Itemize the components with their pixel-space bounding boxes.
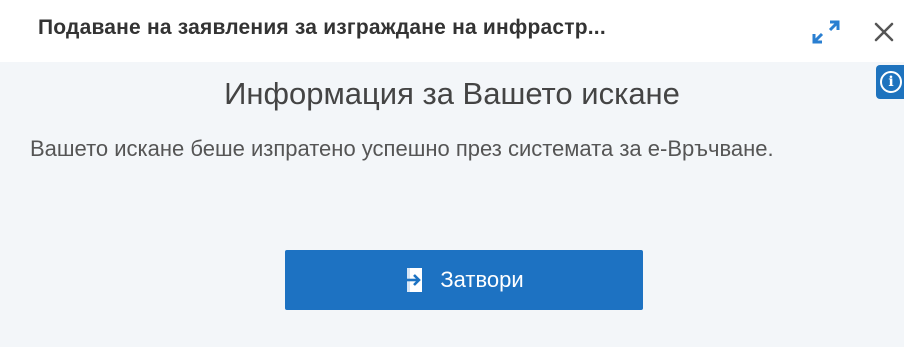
status-message: Вашето искане беше изпратено успешно пре…: [30, 136, 774, 161]
expand-button[interactable]: [808, 14, 844, 50]
dialog-titlebar: Подаване на заявления за изграждане на и…: [0, 0, 904, 62]
info-heading: Информация за Вашето искане: [224, 76, 680, 111]
close-dialog-button[interactable]: Затвори: [285, 250, 643, 310]
close-dialog-button-label: Затвори: [440, 267, 524, 292]
dialog-body: i Информация за Вашето искане Вашето иск…: [0, 62, 904, 347]
exit-door-icon: [404, 267, 426, 293]
dialog-title: Подаване на заявления за изграждане на и…: [38, 16, 606, 39]
close-button[interactable]: [866, 14, 902, 50]
close-icon: [874, 22, 894, 42]
expand-icon: [812, 20, 840, 44]
